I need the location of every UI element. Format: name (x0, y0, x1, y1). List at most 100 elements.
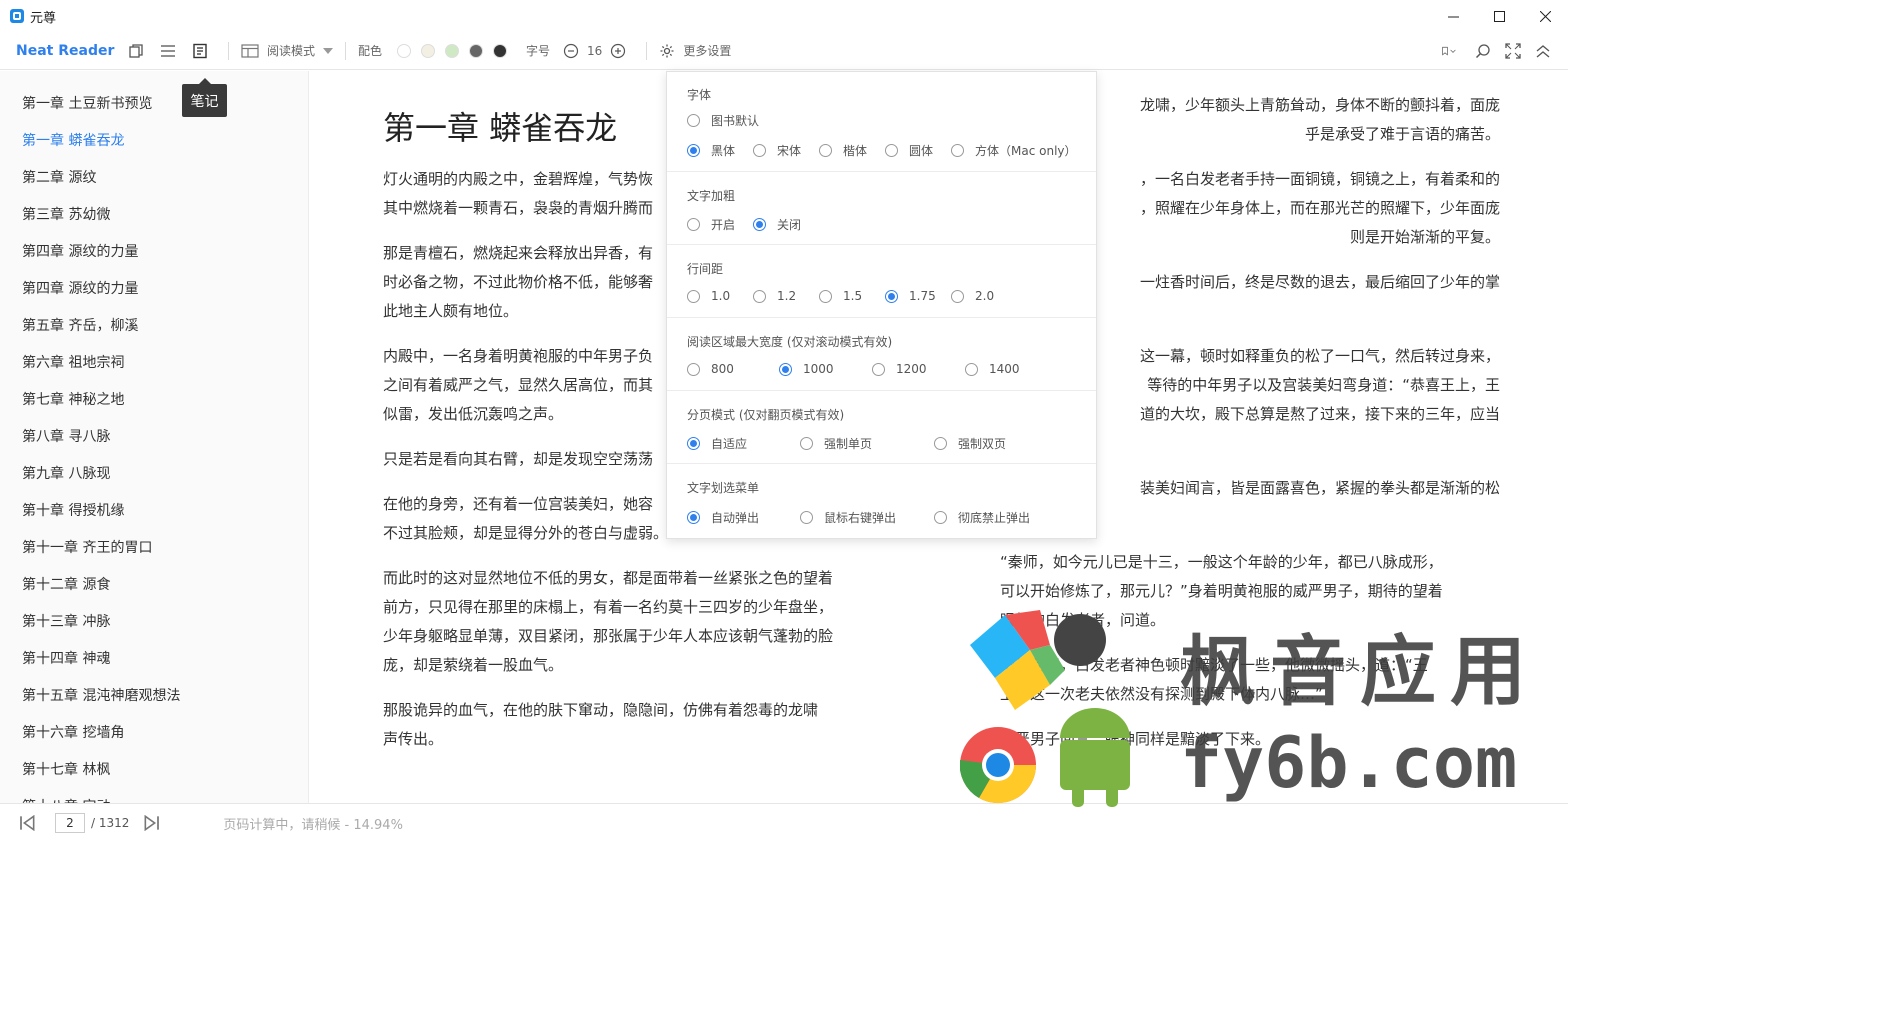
radio-option-paging[interactable]: 自适应 (687, 435, 747, 452)
reading-mode-dropdown[interactable]: 阅读模式 (241, 42, 334, 59)
app-logo-icon (10, 9, 24, 23)
toc-item[interactable]: 第十五章 混沌神磨观想法 (22, 685, 180, 705)
radio-button[interactable] (753, 218, 766, 231)
radio-option-line-height[interactable]: 1.2 (753, 289, 796, 303)
toc-item[interactable]: 第十二章 源食 (22, 574, 110, 594)
toc-item[interactable]: 第十四章 神魂 (22, 648, 110, 668)
fullscreen-button[interactable] (1500, 38, 1526, 64)
toc-item[interactable]: 第六章 祖地宗祠 (22, 352, 124, 372)
color-swatch-4[interactable] (469, 43, 484, 58)
first-page-button[interactable] (14, 810, 40, 836)
radio-button[interactable] (819, 289, 832, 303)
text-line: 声传出。 (383, 730, 444, 748)
radio-option-font[interactable]: 圆体 (885, 142, 933, 159)
font-size-value: 16 (587, 43, 603, 58)
radio-button[interactable] (800, 511, 813, 524)
radio-button[interactable] (951, 144, 964, 157)
chevron-double-up-icon (1536, 45, 1550, 58)
radio-button[interactable] (753, 144, 766, 157)
toc-item[interactable]: 第二章 源纹 (22, 167, 96, 187)
radio-button[interactable] (885, 289, 898, 303)
radio-button[interactable] (687, 437, 700, 450)
font-size-increase-button[interactable] (605, 38, 631, 64)
radio-button[interactable] (819, 144, 832, 157)
radio-option-max-width[interactable]: 800 (687, 362, 734, 376)
maximize-button[interactable] (1476, 0, 1522, 32)
radio-option-font[interactable]: 楷体 (819, 142, 867, 159)
radio-button[interactable] (687, 114, 700, 127)
radio-option-selection-menu[interactable]: 彻底禁止弹出 (934, 509, 1030, 526)
radio-button[interactable] (687, 218, 700, 231)
radio-button[interactable] (687, 289, 700, 303)
radio-button[interactable] (872, 362, 885, 376)
toc-item[interactable]: 第一章 土豆新书预览 (22, 93, 152, 113)
settings-section-paging: 分页模式 (仅对翻页模式有效) 自适应 强制单页 强制双页 (667, 391, 1096, 464)
color-swatch-1[interactable] (397, 43, 412, 58)
minimize-button[interactable] (1430, 0, 1476, 32)
radio-button[interactable] (687, 511, 700, 524)
gear-icon (660, 44, 674, 57)
radio-option-line-height[interactable]: 1.75 (885, 289, 936, 303)
search-button[interactable] (1470, 38, 1496, 64)
radio-option-max-width[interactable]: 1200 (872, 362, 927, 376)
radio-option-paging[interactable]: 强制双页 (934, 435, 1006, 452)
radio-option-line-height[interactable]: 2.0 (951, 289, 994, 303)
more-settings-button[interactable]: 更多设置 (659, 42, 731, 59)
radio-button[interactable] (687, 362, 700, 376)
toc-item[interactable]: 第五章 齐岳，柳溪 (22, 315, 138, 335)
radio-option-selection-menu[interactable]: 鼠标右键弹出 (800, 509, 896, 526)
toc-item[interactable]: 第四章 源纹的力量 (22, 241, 138, 261)
fullscreen-icon (1505, 43, 1521, 59)
radio-button[interactable] (753, 289, 766, 303)
radio-button[interactable] (779, 362, 792, 376)
radio-option-selection-menu[interactable]: 自动弹出 (687, 509, 759, 526)
toc-item[interactable]: 第八章 寻八脉 (22, 426, 110, 446)
radio-option-line-height[interactable]: 1.5 (819, 289, 862, 303)
color-swatch-2[interactable] (421, 43, 436, 58)
toc-item[interactable]: 第十一章 齐王的胃口 (22, 537, 152, 557)
radio-button[interactable] (687, 144, 700, 157)
toc-button[interactable] (155, 38, 181, 64)
toc-item[interactable]: 第九章 八脉现 (22, 463, 110, 483)
radio-button[interactable] (951, 289, 964, 303)
radio-option-font[interactable]: 方体（Mac only） (951, 142, 1077, 159)
settings-section-title: 文字加粗 (687, 189, 736, 203)
close-button[interactable] (1522, 0, 1568, 32)
toc-item[interactable]: 第一章 蟒雀吞龙 (22, 130, 124, 150)
radio-option-bold[interactable]: 开启 (687, 216, 735, 233)
radio-button[interactable] (965, 362, 978, 376)
radio-button[interactable] (934, 437, 947, 450)
copy-button[interactable] (123, 38, 149, 64)
toc-item[interactable]: 第十六章 挖墙角 (22, 722, 124, 742)
radio-button[interactable] (800, 437, 813, 450)
color-swatch-3[interactable] (445, 43, 460, 58)
radio-option-bold[interactable]: 关闭 (753, 216, 801, 233)
color-swatch-5[interactable] (493, 43, 508, 58)
note-icon (193, 43, 207, 58)
notes-button[interactable] (187, 38, 213, 64)
toc-item[interactable]: 第三章 苏幼微 (22, 204, 110, 224)
toc-item[interactable]: 第十八章 定动 (22, 796, 110, 803)
book-icon (241, 43, 259, 58)
radio-option-max-width[interactable]: 1400 (965, 362, 1020, 376)
radio-button[interactable] (885, 144, 898, 157)
radio-button[interactable] (934, 511, 947, 524)
toc-item[interactable]: 第十三章 冲脉 (22, 611, 110, 631)
radio-option-font[interactable]: 宋体 (753, 142, 801, 159)
last-page-button[interactable] (139, 810, 165, 836)
radio-option-line-height[interactable]: 1.0 (687, 289, 730, 303)
toc-item[interactable]: 第十七章 林枫 (22, 759, 110, 779)
font-size-decrease-button[interactable] (558, 38, 584, 64)
radio-option-font[interactable]: 图书默认 (687, 112, 759, 129)
radio-option-font[interactable]: 黑体 (687, 142, 735, 159)
radio-option-max-width[interactable]: 1000 (779, 362, 834, 376)
toc-item[interactable]: 第四章 源纹的力量 (22, 278, 138, 298)
toc-item[interactable]: 第七章 神秘之地 (22, 389, 124, 409)
copy-icon (129, 43, 143, 58)
page-number-input[interactable] (55, 813, 85, 833)
radio-option-paging[interactable]: 强制单页 (800, 435, 872, 452)
bookmark-button[interactable] (1432, 38, 1466, 64)
collapse-toolbar-button[interactable] (1530, 38, 1556, 64)
toc-item[interactable]: 第十章 得授机缘 (22, 500, 124, 520)
radio-label: 宋体 (777, 144, 802, 158)
